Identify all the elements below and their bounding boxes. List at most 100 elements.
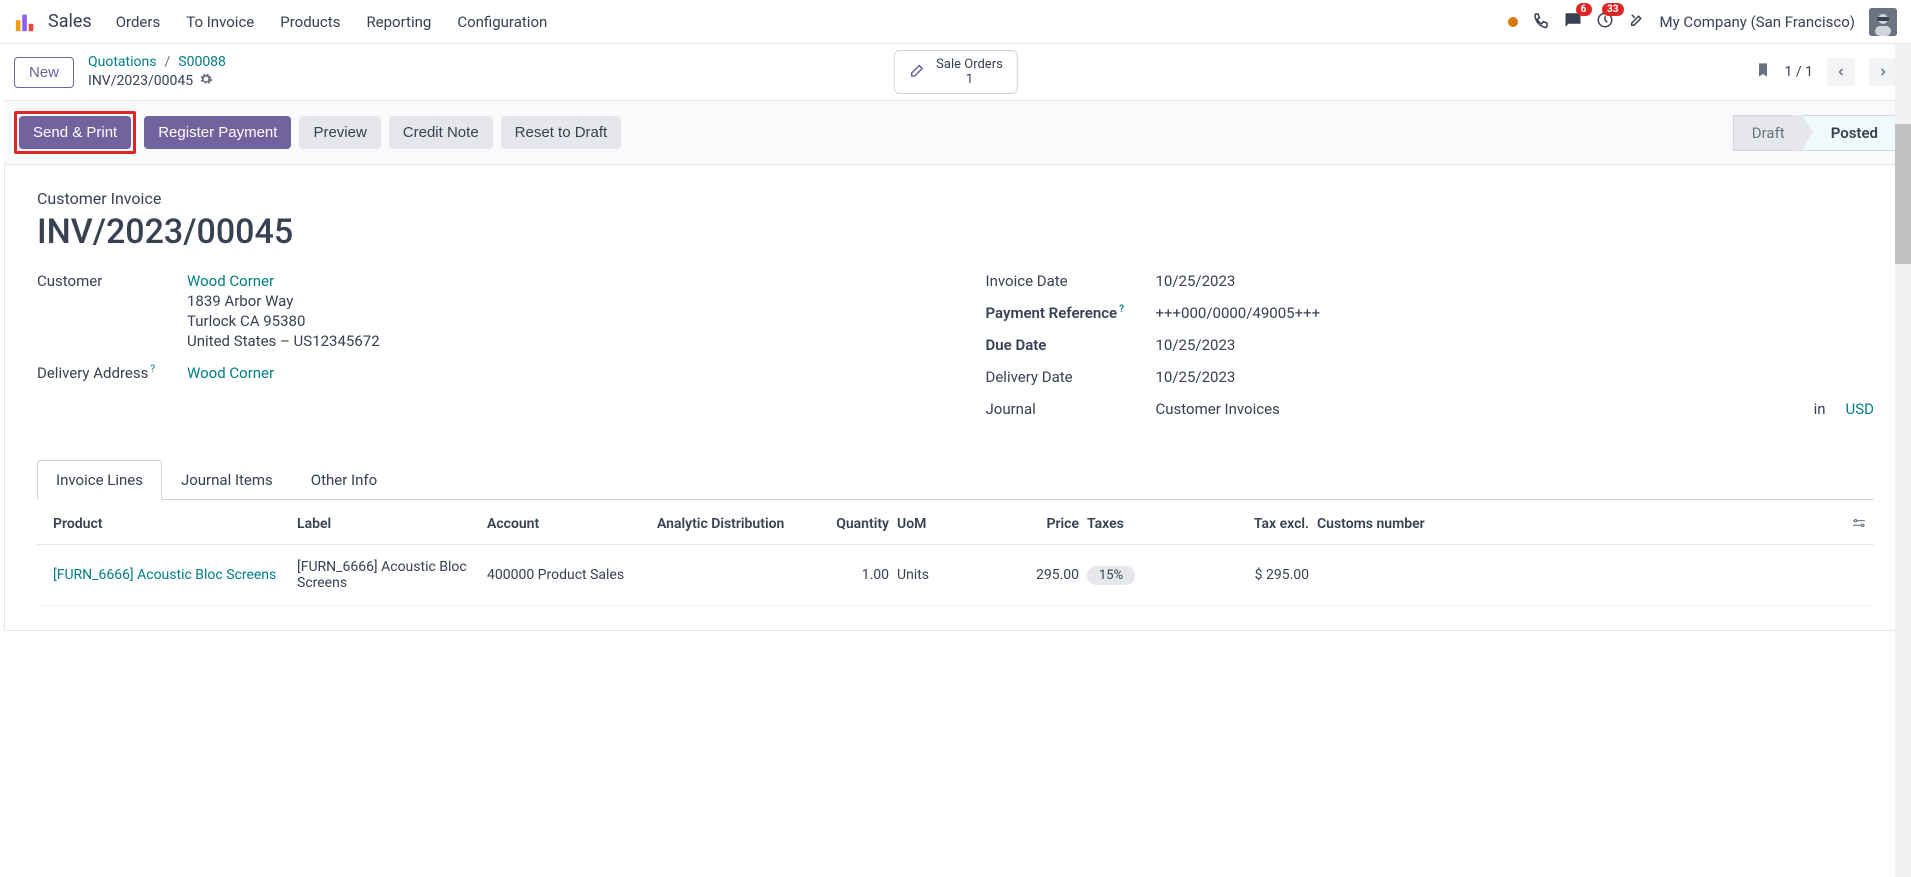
invoice-lines-table: Product Label Account Analytic Distribut…: [37, 506, 1874, 606]
cell-account: 400000 Product Sales: [487, 567, 657, 583]
topnav-right: 6 33 My Company (San Francisco): [1508, 8, 1897, 36]
cell-product[interactable]: [FURN_6666] Acoustic Bloc Screens: [37, 567, 297, 583]
pager-text: 1 / 1: [1785, 64, 1813, 80]
crumb-invoice: INV/2023/00045: [88, 73, 193, 89]
currency-link[interactable]: USD: [1846, 400, 1874, 418]
value-delivery-date: 10/25/2023: [1156, 368, 1236, 386]
company-name[interactable]: My Company (San Francisco): [1660, 13, 1855, 31]
th-uom: UoM: [897, 516, 977, 534]
th-tax-excl: Tax excl.: [1197, 516, 1317, 534]
nav-menu: Orders To Invoice Products Reporting Con…: [116, 13, 548, 31]
highlight-box: Send & Print: [14, 111, 136, 154]
pager-prev-button[interactable]: [1827, 58, 1855, 86]
bookmark-icon[interactable]: [1755, 62, 1771, 82]
th-customs: Customs number: [1317, 516, 1844, 534]
preview-button[interactable]: Preview: [299, 116, 380, 149]
column-settings-icon[interactable]: [1844, 516, 1874, 534]
addr-line-2: Turlock CA 95380: [187, 312, 380, 330]
label-in: in: [1814, 400, 1826, 418]
pager-next-button[interactable]: [1869, 58, 1897, 86]
app-logo-icon[interactable]: [14, 11, 36, 33]
doc-type: Customer Invoice: [37, 189, 1874, 208]
form-body: Customer Invoice INV/2023/00045 Customer…: [4, 165, 1907, 631]
scrollbar-thumb[interactable]: [1895, 124, 1911, 264]
th-analytic: Analytic Distribution: [657, 516, 807, 534]
breadcrumb: Quotations / S00088 INV/2023/00045: [88, 54, 226, 90]
form-right-col: Invoice Date 10/25/2023 Payment Referenc…: [986, 272, 1875, 432]
tabs: Invoice Lines Journal Items Other Info: [37, 460, 1874, 500]
app-title[interactable]: Sales: [48, 11, 92, 32]
status-pills: Draft Posted: [1733, 115, 1897, 151]
label-payment-ref: Payment Reference?: [986, 304, 1156, 322]
label-journal: Journal: [986, 400, 1156, 418]
value-payment-ref[interactable]: +++000/0000/49005+++: [1156, 304, 1321, 322]
cell-label: [FURN_6666] Acoustic Bloc Screens: [297, 559, 487, 591]
cell-price: 295.00: [977, 567, 1087, 583]
new-button[interactable]: New: [14, 57, 74, 88]
table-header: Product Label Account Analytic Distribut…: [37, 506, 1874, 545]
value-journal: Customer Invoices: [1156, 400, 1804, 418]
value-due-date: 10/25/2023: [1156, 336, 1236, 354]
send-print-button[interactable]: Send & Print: [19, 116, 131, 149]
nav-products[interactable]: Products: [280, 13, 340, 31]
help-icon[interactable]: ?: [1119, 304, 1124, 315]
sale-orders-count: 1: [966, 72, 973, 87]
delivery-addr-link[interactable]: Wood Corner: [187, 364, 274, 382]
chat-badge: 6: [1576, 3, 1592, 16]
tab-invoice-lines[interactable]: Invoice Lines: [37, 460, 162, 500]
th-label: Label: [297, 516, 487, 534]
top-nav: Sales Orders To Invoice Products Reporti…: [0, 0, 1911, 44]
help-icon[interactable]: ?: [150, 364, 155, 375]
cell-uom: Units: [897, 567, 977, 583]
addr-line-3: United States – US12345672: [187, 332, 380, 350]
crumb-quotations[interactable]: Quotations: [88, 54, 156, 70]
activity-badge: 33: [1602, 3, 1623, 16]
sale-orders-button[interactable]: Sale Orders 1: [893, 50, 1018, 94]
form-left-col: Customer Wood Corner 1839 Arbor Way Turl…: [37, 272, 926, 432]
th-quantity: Quantity: [807, 516, 897, 534]
addr-line-1: 1839 Arbor Way: [187, 292, 380, 310]
clock-icon[interactable]: 33: [1596, 11, 1614, 33]
tab-journal-items[interactable]: Journal Items: [162, 460, 292, 499]
label-invoice-date: Invoice Date: [986, 272, 1156, 290]
status-posted[interactable]: Posted: [1803, 115, 1897, 151]
header-row: New Quotations / S00088 INV/2023/00045 S…: [0, 44, 1911, 100]
customer-link[interactable]: Wood Corner: [187, 272, 380, 290]
cell-taxes: 15%: [1087, 566, 1197, 585]
table-row[interactable]: [FURN_6666] Acoustic Bloc Screens [FURN_…: [37, 545, 1874, 606]
user-avatar[interactable]: [1869, 8, 1897, 36]
scrollbar[interactable]: [1895, 44, 1911, 877]
doc-title: INV/2023/00045: [37, 212, 1874, 252]
status-dot-icon[interactable]: [1508, 17, 1518, 27]
phone-icon[interactable]: [1532, 11, 1550, 33]
status-draft[interactable]: Draft: [1733, 115, 1803, 151]
header-right: 1 / 1: [1755, 58, 1897, 86]
credit-note-button[interactable]: Credit Note: [389, 116, 493, 149]
tools-icon[interactable]: [1628, 11, 1646, 33]
register-payment-button[interactable]: Register Payment: [144, 116, 291, 149]
label-delivery-addr: Delivery Address?: [37, 364, 187, 382]
sale-orders-label: Sale Orders: [936, 57, 1003, 72]
reset-draft-button[interactable]: Reset to Draft: [501, 116, 622, 149]
action-bar: Send & Print Register Payment Preview Cr…: [4, 100, 1907, 165]
value-invoice-date: 10/25/2023: [1156, 272, 1236, 290]
nav-configuration[interactable]: Configuration: [457, 13, 547, 31]
cell-tax-excl: $ 295.00: [1197, 567, 1317, 583]
label-due-date: Due Date: [986, 336, 1156, 354]
nav-reporting[interactable]: Reporting: [366, 13, 431, 31]
th-taxes: Taxes: [1087, 516, 1197, 534]
nav-to-invoice[interactable]: To Invoice: [186, 13, 254, 31]
gear-icon[interactable]: [199, 72, 213, 90]
tax-chip[interactable]: 15%: [1087, 566, 1135, 585]
crumb-order[interactable]: S00088: [178, 54, 226, 70]
th-product: Product: [37, 516, 297, 534]
crumb-sep: /: [164, 54, 170, 70]
label-delivery-date: Delivery Date: [986, 368, 1156, 386]
edit-icon: [908, 61, 926, 83]
nav-orders[interactable]: Orders: [116, 13, 161, 31]
th-price: Price: [977, 516, 1087, 534]
tab-other-info[interactable]: Other Info: [292, 460, 396, 499]
chat-icon[interactable]: 6: [1564, 11, 1582, 33]
cell-quantity: 1.00: [807, 567, 897, 583]
th-account: Account: [487, 516, 657, 534]
